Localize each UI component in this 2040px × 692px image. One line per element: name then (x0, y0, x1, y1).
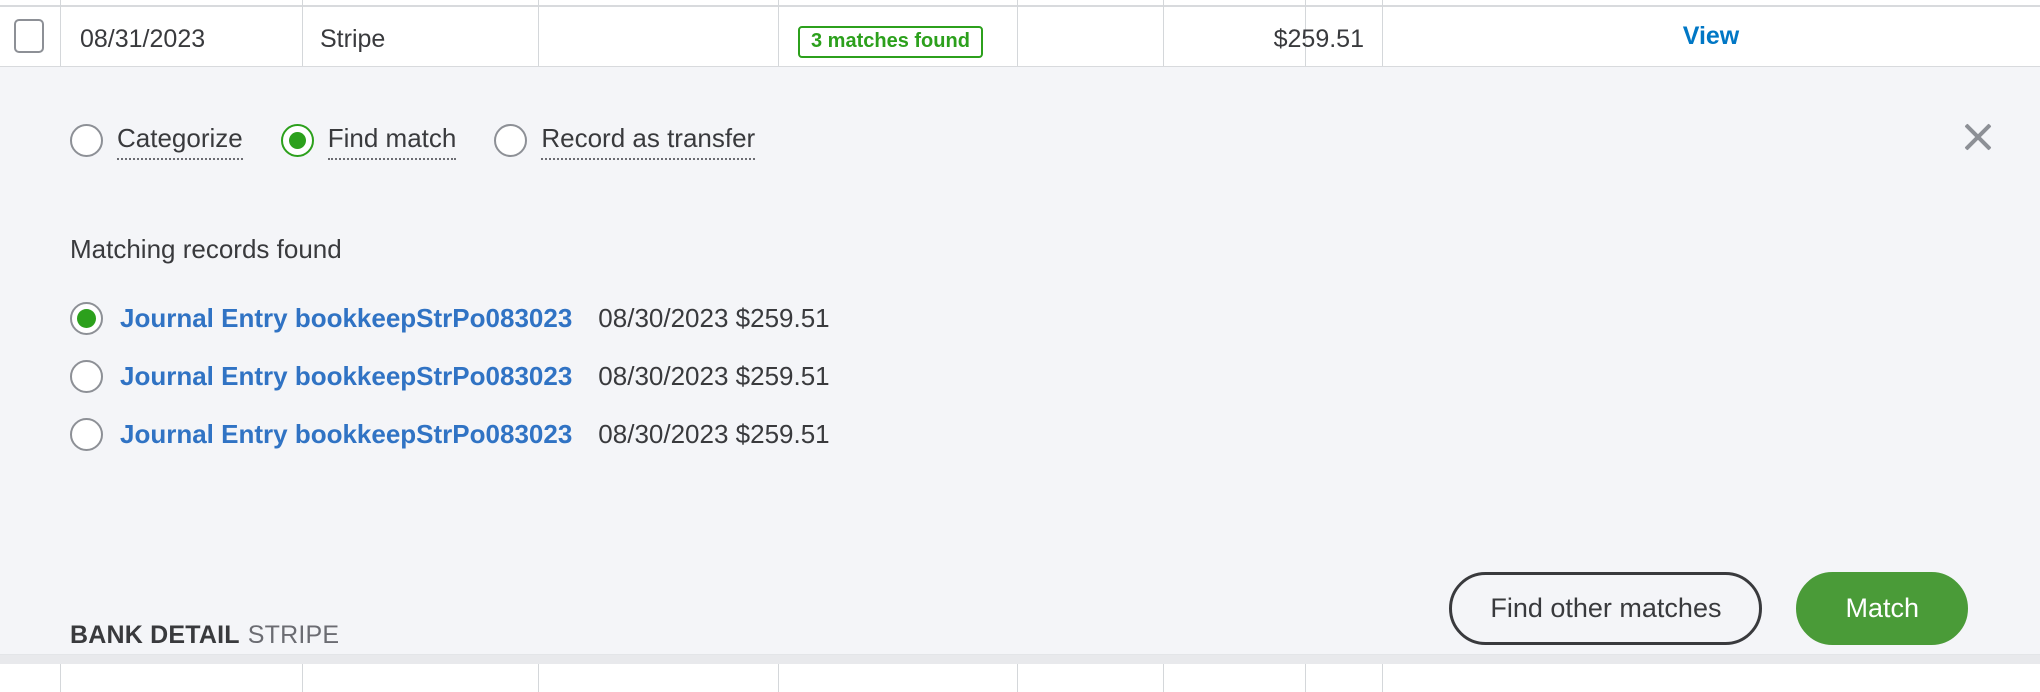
transaction-date: 08/31/2023 (80, 25, 206, 53)
column-divider (1163, 0, 1164, 7)
column-divider (1017, 0, 1018, 7)
radio-icon-record-as-transfer[interactable] (494, 124, 528, 157)
row-select-cell[interactable] (0, 7, 60, 66)
record-link[interactable]: Journal Entry bookkeepStrPo083023 (120, 303, 572, 334)
column-divider (1163, 664, 1164, 692)
record-meta: 08/30/2023 $259.51 (598, 360, 830, 391)
radio-icon-record-2[interactable] (70, 359, 103, 393)
close-icon[interactable] (1958, 117, 1998, 157)
column-divider (302, 0, 303, 7)
bank-transactions-screen: 08/31/2023 Stripe 3 matches found $259.5… (0, 0, 2040, 692)
mode-label-categorize: Categorize (117, 123, 243, 160)
record-meta: 08/30/2023 $259.51 (598, 418, 830, 449)
column-divider (538, 664, 539, 692)
bank-detail: BANK DETAIL STRIPE (70, 621, 339, 650)
list-item[interactable]: Journal Entry bookkeepStrPo083023 08/30/… (70, 405, 1470, 463)
column-divider (1382, 664, 1383, 692)
radio-icon-record-3[interactable] (70, 417, 103, 451)
mode-label-record-as-transfer: Record as transfer (541, 123, 756, 160)
find-other-matches-button[interactable]: Find other matches (1449, 572, 1763, 645)
status-badge[interactable]: 3 matches found (798, 26, 983, 58)
bank-detail-label: BANK DETAIL (70, 621, 240, 649)
transaction-payee: Stripe (320, 25, 386, 53)
match-button[interactable]: Match (1796, 572, 1968, 645)
column-divider (1382, 0, 1383, 7)
view-link[interactable]: View (1382, 7, 2040, 66)
list-item[interactable]: Journal Entry bookkeepStrPo083023 08/30/… (70, 289, 1470, 347)
mode-option-categorize[interactable]: Categorize (70, 123, 243, 160)
column-divider (778, 664, 779, 692)
column-divider (1305, 664, 1306, 692)
row-gap (0, 655, 2040, 664)
column-divider (1305, 0, 1306, 7)
column-divider (302, 7, 303, 66)
column-divider (1017, 664, 1018, 692)
matching-records-heading: Matching records found (70, 234, 342, 264)
record-link[interactable]: Journal Entry bookkeepStrPo083023 (120, 361, 572, 392)
column-divider (778, 0, 779, 7)
panel-actions: Find other matches Match (1449, 572, 1968, 645)
transaction-table: 08/31/2023 Stripe 3 matches found $259.5… (0, 0, 2040, 70)
radio-icon-find-match[interactable] (280, 124, 314, 157)
table-row[interactable]: 08/31/2023 Stripe 3 matches found $259.5… (0, 7, 2040, 67)
column-divider (1163, 7, 1164, 66)
matching-records-list: Journal Entry bookkeepStrPo083023 08/30/… (70, 289, 1470, 463)
radio-icon-categorize[interactable] (70, 124, 103, 157)
radio-icon-record-1[interactable] (70, 301, 103, 335)
row-checkbox[interactable] (14, 19, 44, 53)
record-meta: 08/30/2023 $259.51 (598, 302, 830, 333)
mode-radio-group: Categorize Find match Record as transfer (70, 123, 756, 160)
previous-row-stub (0, 0, 2040, 7)
column-divider (60, 7, 61, 66)
column-divider (60, 664, 61, 692)
mode-option-record-as-transfer[interactable]: Record as transfer (494, 123, 756, 160)
record-link[interactable]: Journal Entry bookkeepStrPo083023 (120, 419, 572, 450)
mode-option-find-match[interactable]: Find match (280, 123, 457, 160)
list-item[interactable]: Journal Entry bookkeepStrPo083023 08/30/… (70, 347, 1470, 405)
next-row-stub (0, 655, 2040, 692)
column-divider (538, 7, 539, 66)
column-divider (60, 0, 61, 7)
mode-label-find-match: Find match (327, 123, 457, 160)
column-divider (778, 7, 779, 66)
bank-detail-value: STRIPE (247, 621, 340, 649)
column-divider (1017, 7, 1018, 66)
column-divider (302, 664, 303, 692)
column-divider (538, 0, 539, 7)
transaction-amount: $259.51 (1273, 25, 1364, 53)
find-match-panel: Categorize Find match Record as transfer… (0, 67, 2040, 655)
